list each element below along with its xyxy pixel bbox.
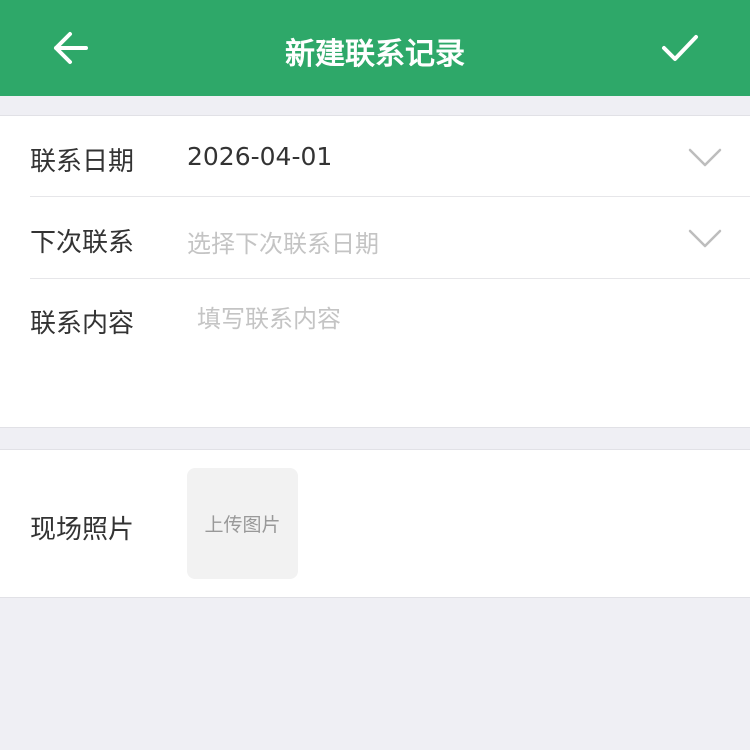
- confirm-button[interactable]: [650, 26, 710, 70]
- arrow-left-icon: [54, 32, 88, 64]
- contact-content-label: 联系内容: [30, 309, 135, 339]
- chevron-down-icon[interactable]: [688, 229, 722, 249]
- check-icon: [662, 35, 698, 61]
- upload-image-label: 上传图片: [204, 514, 281, 536]
- contact-content-input[interactable]: [187, 299, 727, 409]
- contact-date-label: 联系日期: [30, 147, 135, 177]
- next-contact-label: 下次联系: [30, 228, 135, 258]
- upload-image-button[interactable]: 上传图片: [187, 468, 298, 579]
- next-contact-placeholder[interactable]: 选择下次联系日期: [187, 224, 379, 259]
- back-button[interactable]: [40, 26, 100, 70]
- chevron-down-icon[interactable]: [688, 148, 722, 168]
- contact-date-row[interactable]: 联系日期 2026-04-01: [0, 116, 750, 197]
- next-contact-row[interactable]: 下次联系 选择下次联系日期: [0, 197, 750, 279]
- contact-form-card: 联系日期 2026-04-01 下次联系 选择下次联系日期 联系内容: [0, 115, 750, 428]
- contact-content-row: 联系内容: [0, 279, 750, 429]
- contact-date-value[interactable]: 2026-04-01: [187, 142, 332, 171]
- app-header: 新建联系记录: [0, 0, 750, 96]
- page-title: 新建联系记录: [285, 37, 465, 72]
- photos-card: 现场照片 上传图片: [0, 449, 750, 598]
- photos-label: 现场照片: [30, 515, 135, 545]
